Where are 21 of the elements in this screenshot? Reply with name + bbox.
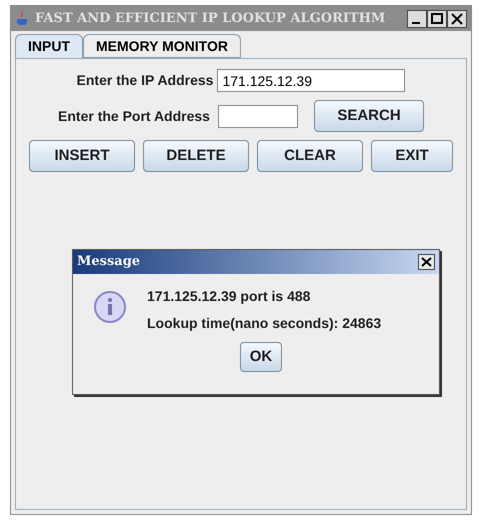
action-button[interactable]: EXIT bbox=[371, 140, 453, 172]
ip-address-field[interactable]: 171.125.12.39 bbox=[217, 69, 406, 92]
minimize-icon[interactable] bbox=[407, 10, 427, 28]
ok-button[interactable]: OK bbox=[240, 342, 282, 372]
tab[interactable]: INPUT bbox=[15, 34, 83, 58]
port-address-field[interactable] bbox=[218, 104, 298, 128]
window-title: FAST AND EFFICIENT IP LOOKUP ALGORITHM bbox=[35, 10, 386, 28]
tab[interactable]: MEMORY MONITOR bbox=[83, 34, 241, 58]
message-text: 171.125.12.39 port is 488 bbox=[147, 287, 312, 306]
maximize-icon[interactable] bbox=[427, 10, 447, 28]
port-label: Enter the Port Address bbox=[58, 106, 210, 126]
close-icon[interactable] bbox=[418, 254, 435, 270]
dialog-title: Message bbox=[77, 253, 140, 272]
message-text: Lookup time(nano seconds): 24863 bbox=[147, 314, 382, 333]
ip-label: Enter the IP Address bbox=[76, 71, 214, 90]
action-button[interactable]: DELETE bbox=[143, 140, 249, 172]
close-icon[interactable] bbox=[447, 10, 467, 28]
search-button[interactable]: SEARCH bbox=[314, 100, 424, 132]
action-button[interactable]: CLEAR bbox=[257, 140, 363, 172]
info-icon bbox=[93, 290, 127, 324]
action-button[interactable]: INSERT bbox=[29, 140, 135, 172]
